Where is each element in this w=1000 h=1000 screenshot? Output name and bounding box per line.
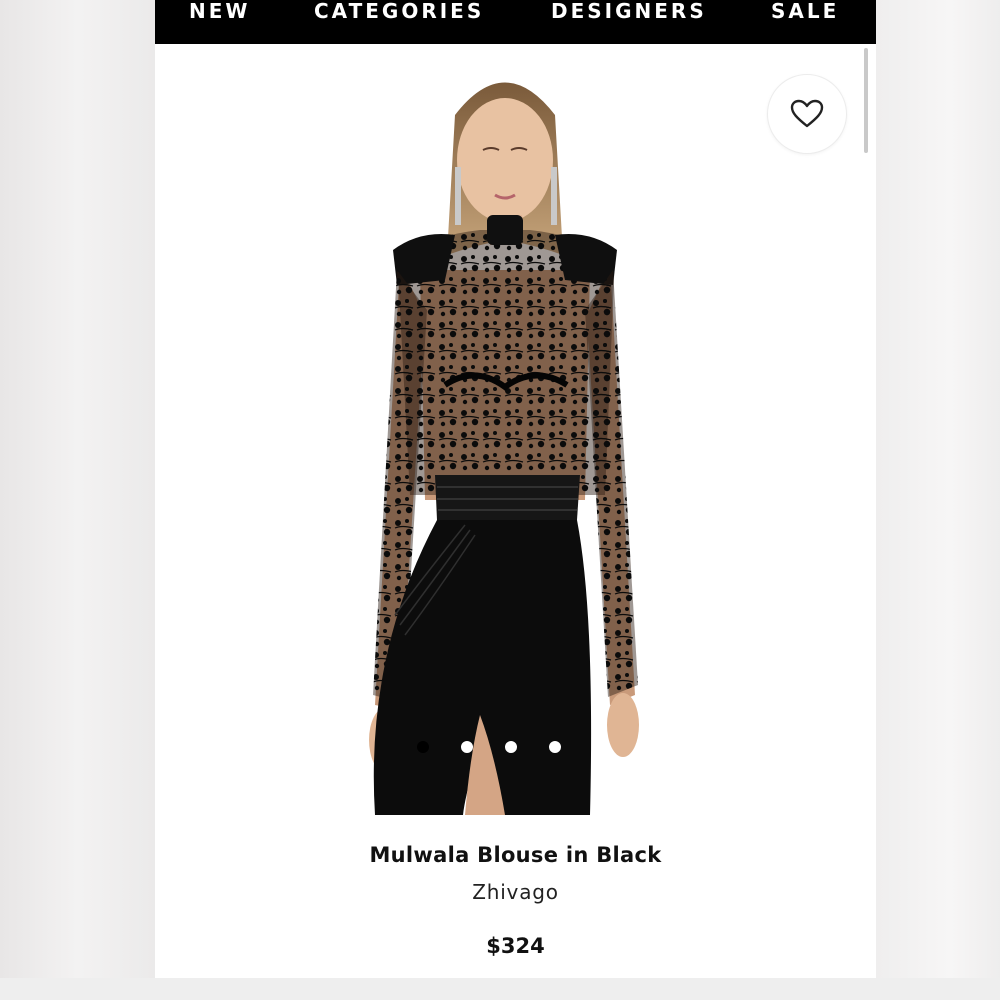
- nav-item-sale[interactable]: SALE: [771, 0, 839, 26]
- image-carousel-indicator: [417, 741, 617, 755]
- scrollbar[interactable]: [864, 48, 868, 153]
- model-face: [457, 98, 553, 222]
- outer-background-left: [0, 0, 155, 1000]
- carousel-dot-3[interactable]: [505, 741, 517, 753]
- product-price: $324: [486, 934, 545, 958]
- product-page: NEW CATEGORIES DESIGNERS SALE Mulwala Bl…: [155, 0, 876, 978]
- nav-item-designers[interactable]: DESIGNERS: [551, 0, 707, 26]
- nav-item-categories[interactable]: CATEGORIES: [314, 0, 484, 26]
- top-navigation: NEW CATEGORIES DESIGNERS SALE: [155, 0, 876, 44]
- product-title: Mulwala Blouse in Black: [369, 843, 662, 867]
- carousel-dot-1[interactable]: [417, 741, 429, 753]
- nav-item-new[interactable]: NEW: [189, 0, 250, 26]
- product-brand[interactable]: Zhivago: [155, 880, 876, 904]
- product-image[interactable]: [305, 55, 705, 825]
- outer-background-bottom: [0, 978, 1000, 1000]
- favorite-button[interactable]: [767, 74, 847, 154]
- carousel-dot-4[interactable]: [549, 741, 561, 753]
- carousel-dot-5[interactable]: [593, 741, 605, 753]
- carousel-dot-2[interactable]: [461, 741, 473, 753]
- skirt-waistband: [435, 475, 580, 520]
- heart-icon: [790, 99, 824, 128]
- outer-background-right: [876, 0, 1000, 1000]
